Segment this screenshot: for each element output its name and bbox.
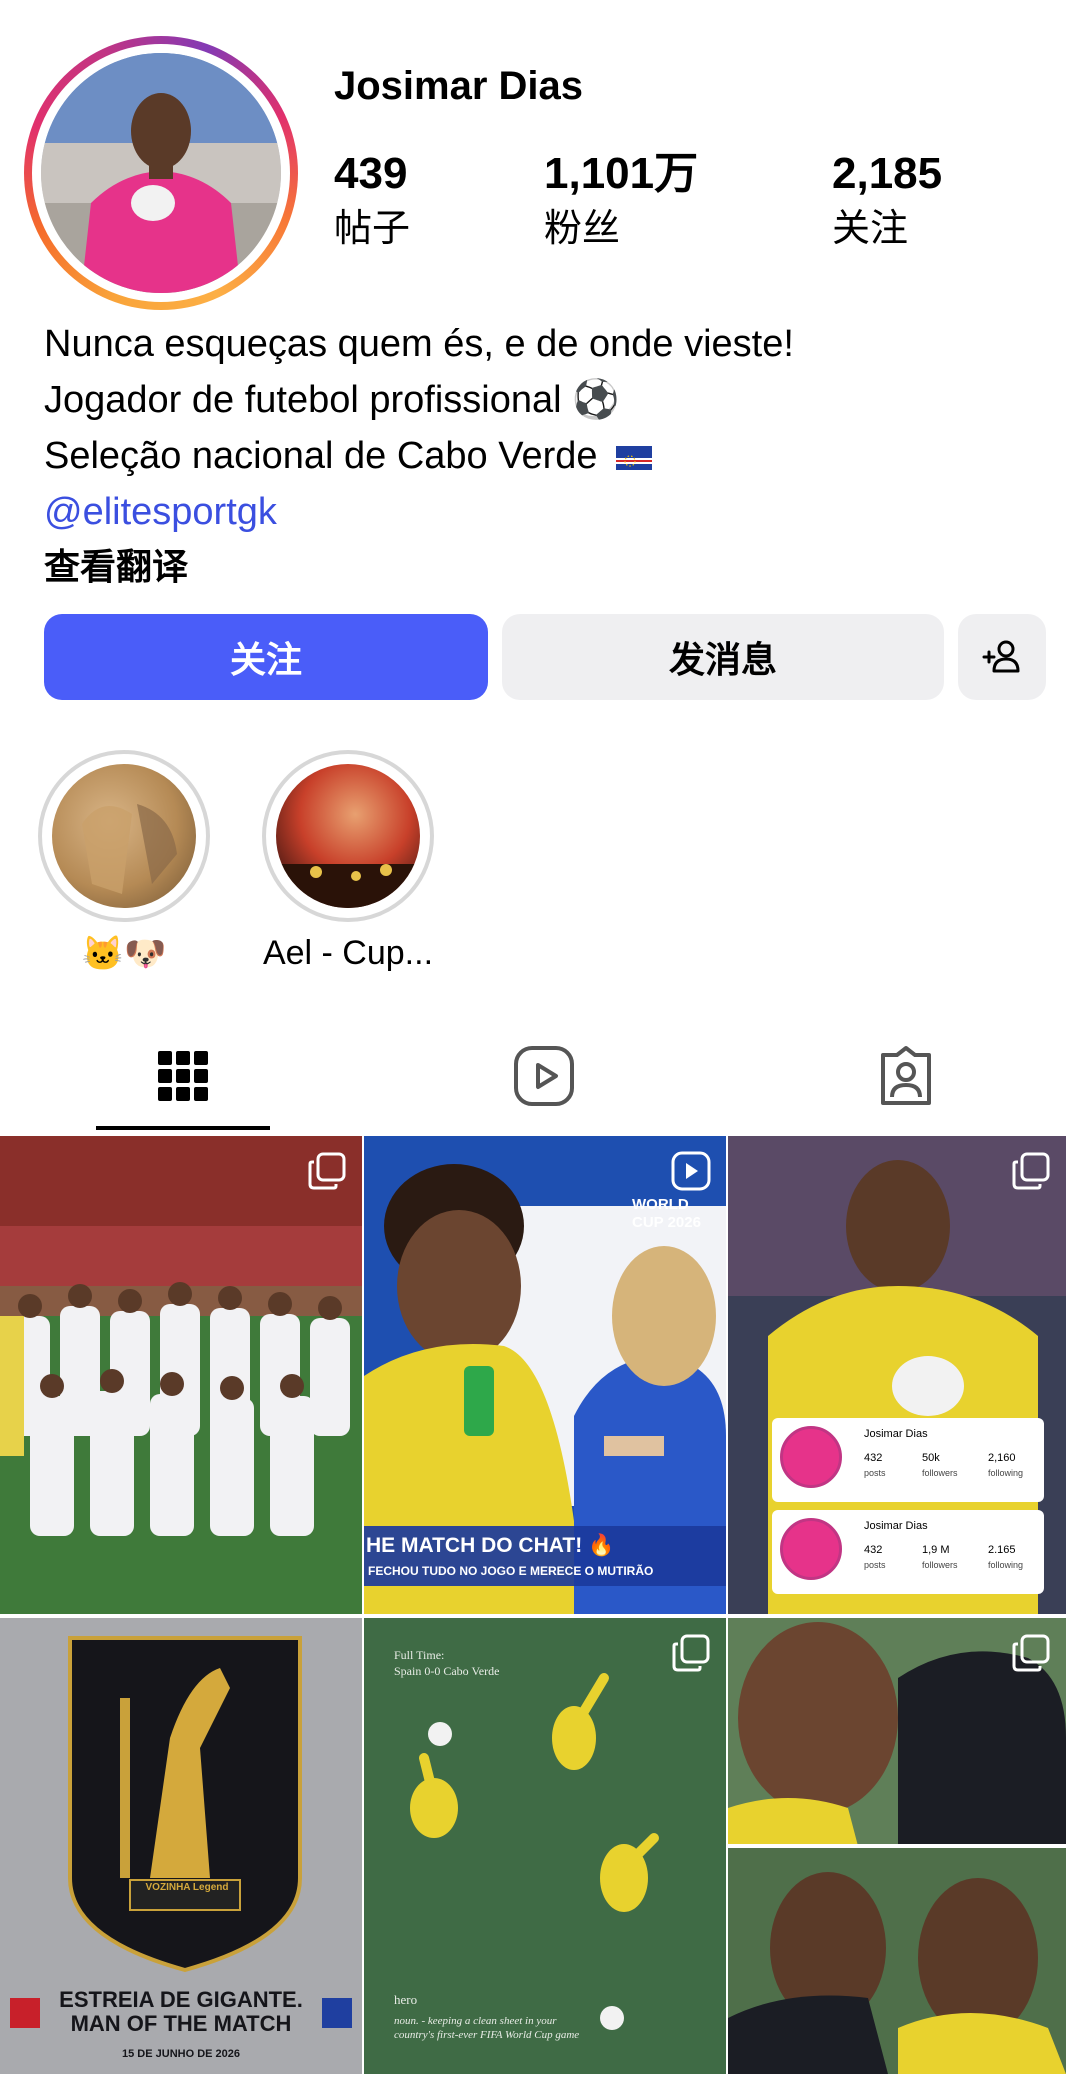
profile-card-2: Josimar Dias 432 posts 1,9 M followers 2… xyxy=(772,1510,1044,1594)
carousel-icon xyxy=(1012,1152,1050,1190)
stat-followers-label: 粉丝 xyxy=(544,206,621,250)
highlight-1-cover xyxy=(52,764,196,908)
bio-mention-link[interactable]: @elitesportgk xyxy=(44,484,794,540)
profile-card-2-posts: 432 xyxy=(864,1544,883,1556)
profile-card-2-followers-label: followers xyxy=(922,1560,958,1570)
follow-button[interactable]: 关注 xyxy=(44,614,488,700)
stat-posts-label: 帖子 xyxy=(334,206,411,250)
post-1-image xyxy=(0,1136,362,1614)
carousel-icon xyxy=(672,1634,710,1672)
cabo-verde-flag-icon xyxy=(616,446,653,470)
post-3[interactable]: Josimar Dias 432 posts 50k followers 2,1… xyxy=(728,1136,1066,1614)
profile-card-2-avatar xyxy=(780,1518,842,1580)
post-4-title: ESTREIA DE GIGANTE. MAN OF THE MATCH xyxy=(0,1988,362,2036)
post-4[interactable]: VOZINHA Legend ESTREIA DE GIGANTE. MAN O… xyxy=(0,1618,362,2074)
reels-icon xyxy=(514,1046,574,1106)
profile-card-1-following: 2,160 xyxy=(988,1452,1016,1464)
profile-name: Josimar Dias xyxy=(334,64,584,108)
post-6-image xyxy=(728,1618,1066,2074)
highlight-2-cover xyxy=(276,764,420,908)
tagged-icon xyxy=(881,1046,931,1105)
highlight-1[interactable] xyxy=(38,750,210,922)
profile-card-1-followers-label: followers xyxy=(922,1468,958,1478)
post-2-subcaption: FECHOU TUDO NO JOGO E MERECE O MUTIRÃO xyxy=(368,1564,654,1578)
see-translation-link[interactable]: 查看翻译 xyxy=(44,540,794,596)
highlight-1-image xyxy=(82,804,177,894)
post-4-title-line-1: ESTREIA DE GIGANTE. xyxy=(59,1987,303,2012)
bio-line-3: Seleção nacional de Cabo Verde xyxy=(44,428,794,484)
profile-card-1: Josimar Dias 432 posts 50k followers 2,1… xyxy=(772,1418,1044,1502)
profile-card-1-followers: 50k xyxy=(922,1452,940,1464)
highlight-2-label: Ael - Cup... xyxy=(262,934,434,972)
post-5-image xyxy=(364,1618,726,2074)
highlight-2-image xyxy=(276,864,420,908)
profile-card-2-name: Josimar Dias xyxy=(864,1520,928,1532)
post-5-score: Spain 0-0 Cabo Verde xyxy=(394,1664,500,1678)
post-4-title-line-2: MAN OF THE MATCH xyxy=(70,2011,292,2036)
profile-card-1-avatar xyxy=(780,1426,842,1488)
posts-grid: HE MATCH DO CHAT! 🔥 FECHOU TUDO NO JOGO … xyxy=(0,1136,1066,2074)
post-5-hero: hero xyxy=(394,1992,418,2007)
avatar-photo xyxy=(41,53,281,293)
highlight-2[interactable] xyxy=(262,750,434,922)
active-tab-indicator xyxy=(96,1126,270,1130)
profile-card-2-following-label: following xyxy=(988,1560,1024,1570)
bio-line-1: Nunca esqueças quem és, e de onde vieste… xyxy=(44,323,794,365)
post-2[interactable]: HE MATCH DO CHAT! 🔥 FECHOU TUDO NO JOGO … xyxy=(364,1136,726,1614)
stat-posts-value: 439 xyxy=(334,149,408,198)
avatar[interactable] xyxy=(41,53,281,293)
stat-posts[interactable]: 439 帖子 xyxy=(334,148,410,252)
stat-followers-value: 1,101万 xyxy=(544,149,699,198)
profile-card-1-name: Josimar Dias xyxy=(864,1428,928,1440)
profile-card-2-followers: 1,9 M xyxy=(922,1544,950,1556)
profile-card-1-posts-label: posts xyxy=(864,1468,886,1478)
post-5-definition: noun. - keeping a clean sheet in your co… xyxy=(394,2015,580,2041)
stat-following-value: 2,185 xyxy=(832,149,943,198)
post-4-date: 15 DE JUNHO DE 2026 xyxy=(122,2048,240,2060)
bio-line-2: Jogador de futebol profissional ⚽ xyxy=(44,379,620,421)
reel-icon xyxy=(671,1151,711,1191)
stat-following-label: 关注 xyxy=(832,206,909,250)
message-button[interactable]: 发消息 xyxy=(502,614,944,700)
post-5-title: Full Time: xyxy=(394,1648,445,1662)
post-6[interactable] xyxy=(728,1618,1066,2074)
bio: Nunca esqueças quem és, e de onde vieste… xyxy=(44,316,794,596)
story-ring[interactable] xyxy=(24,36,298,310)
trophy-label: VOZINHA Legend xyxy=(145,1882,229,1893)
tab-tagged[interactable] xyxy=(866,1036,946,1116)
stat-followers[interactable]: 1,101万 粉丝 xyxy=(544,148,698,252)
add-user-icon xyxy=(982,640,1020,673)
stat-following[interactable]: 2,185 关注 xyxy=(832,148,942,252)
carousel-icon xyxy=(308,1152,346,1190)
post-2-badge: WORLD CUP 2026 xyxy=(632,1196,701,1231)
highlight-1-label: 🐱🐶 xyxy=(81,935,167,973)
tab-reels[interactable] xyxy=(504,1036,584,1116)
bio-line-3-text: Seleção nacional de Cabo Verde xyxy=(44,435,598,477)
grid-icon xyxy=(158,1051,208,1101)
profile-card-1-posts: 432 xyxy=(864,1452,883,1464)
profile-card-1-following-label: following xyxy=(988,1468,1024,1478)
post-2-caption: HE MATCH DO CHAT! 🔥 xyxy=(366,1534,615,1557)
tab-posts[interactable] xyxy=(143,1036,223,1116)
post-5[interactable]: Full Time: Spain 0-0 Cabo Verde hero nou… xyxy=(364,1618,726,2074)
post-1[interactable] xyxy=(0,1136,362,1614)
carousel-icon xyxy=(1012,1634,1050,1672)
profile-card-2-posts-label: posts xyxy=(864,1560,886,1570)
suggest-users-button[interactable] xyxy=(958,614,1046,700)
profile-card-2-following: 2.165 xyxy=(988,1544,1016,1556)
